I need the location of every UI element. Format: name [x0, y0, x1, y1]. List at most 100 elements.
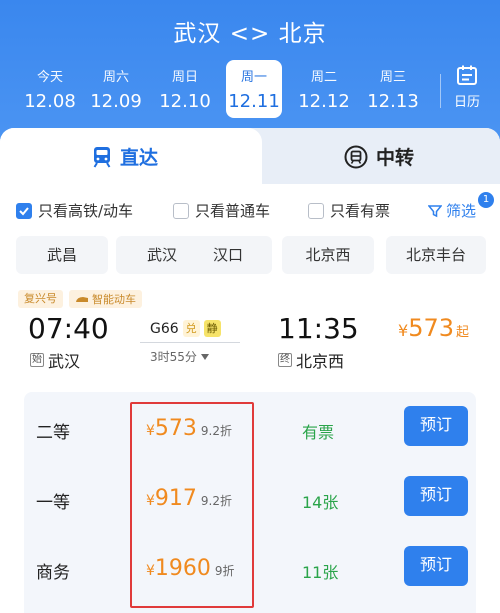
- seat-price-value: 573: [154, 416, 197, 441]
- date-value: 12.09: [90, 91, 142, 112]
- train-tags: 复兴号 智能动车: [18, 290, 142, 308]
- seat-class-name: 二等: [36, 423, 70, 443]
- price-from-suffix: 起: [456, 325, 470, 340]
- seat-discount: 9.2折: [200, 424, 233, 438]
- exchange-badge: 兑: [182, 320, 200, 337]
- filter-normal-train-only[interactable]: 只看普通车: [173, 200, 270, 221]
- seat-row-business-class: 商务 ¥ 1960 9折 11张 预订: [24, 534, 476, 602]
- date-weekday: 周六: [102, 70, 129, 85]
- date-value: 12.13: [367, 91, 419, 112]
- calendar-button[interactable]: 日历: [444, 62, 490, 112]
- route-title[interactable]: 武汉 <> 北京: [0, 14, 500, 48]
- date-value: 12.12: [298, 91, 350, 112]
- tab-direct[interactable]: 直达: [0, 128, 262, 184]
- train-number[interactable]: G66 兑 静: [150, 320, 221, 337]
- calendar-label: 日历: [453, 95, 480, 110]
- seat-price: ¥ 1960 9折: [146, 556, 235, 581]
- seat-availability: 14张: [302, 493, 339, 512]
- currency-symbol: ¥: [146, 493, 155, 509]
- train-icon: [93, 146, 111, 168]
- station-chips: 武昌 武汉 汉口 北京西 北京丰台: [0, 236, 500, 274]
- tab-bar: 中转 直达: [0, 128, 500, 184]
- date-item-sun[interactable]: 周日 12.10: [157, 60, 213, 118]
- seat-row-first-class: 一等 ¥ 917 9.2折 14张 预订: [24, 464, 476, 532]
- date-item-mon-selected[interactable]: 周一 12.11: [226, 60, 282, 118]
- departure-time: 07:40: [28, 312, 109, 345]
- date-item-tue[interactable]: 周二 12.12: [296, 60, 352, 118]
- filter-high-speed-only[interactable]: 只看高铁/动车: [16, 200, 133, 221]
- duration-text: 3时55分: [150, 350, 197, 364]
- checkbox-unchecked-icon[interactable]: [173, 202, 189, 219]
- currency-symbol: ¥: [146, 423, 155, 439]
- seat-price-value: 917: [154, 486, 197, 511]
- date-weekday: 周一: [240, 70, 267, 85]
- lowest-price: ¥ 573 起: [398, 314, 469, 342]
- seat-price: ¥ 917 9.2折: [146, 486, 232, 511]
- date-value: 12.08: [24, 91, 76, 112]
- filter-button[interactable]: 筛选: [428, 200, 476, 221]
- date-bar: 今天 12.08 周六 12.09 周日 12.10 周一 12.11 周二 1…: [0, 60, 500, 120]
- caret-down-icon: [200, 353, 209, 360]
- arrival-station: 终 北京西: [278, 348, 344, 372]
- arrival-station-name: 北京西: [296, 352, 345, 371]
- calendar-icon: [457, 65, 477, 85]
- smart-train-icon: [76, 296, 88, 302]
- seat-discount: 9.2折: [200, 494, 233, 508]
- filter-label: 只看高铁/动车: [38, 202, 134, 220]
- date-value: 12.10: [159, 91, 211, 112]
- checkbox-checked-icon[interactable]: [16, 202, 32, 219]
- duration[interactable]: 3时55分: [150, 348, 210, 365]
- tag-fuxing: 复兴号: [18, 290, 63, 308]
- origin-mark: 始: [30, 353, 44, 367]
- route-line: [140, 342, 240, 343]
- currency-symbol: ¥: [146, 563, 155, 579]
- book-button-business-class[interactable]: 预订: [404, 546, 468, 586]
- date-weekday: 今天: [36, 70, 63, 85]
- quiet-badge: 静: [203, 320, 221, 337]
- tab-transfer[interactable]: 中转: [248, 128, 500, 184]
- filter-count-badge: 1: [478, 192, 494, 208]
- checkbox-unchecked-icon[interactable]: [308, 202, 324, 219]
- book-button-first-class[interactable]: 预订: [404, 476, 468, 516]
- filter-available-only[interactable]: 只看有票: [308, 200, 390, 221]
- seat-row-second-class: 二等 ¥ 573 9.2折 有票 预订: [24, 394, 476, 462]
- seat-discount: 9折: [214, 564, 235, 578]
- arrival-time: 11:35: [278, 312, 359, 345]
- date-value: 12.11: [228, 91, 280, 112]
- tab-direct-label: 直达: [120, 147, 159, 169]
- date-weekday: 周日: [171, 70, 198, 85]
- seat-availability: 11张: [302, 563, 339, 582]
- tag-smart-emu: 智能动车: [69, 290, 142, 308]
- date-weekday: 周三: [379, 70, 406, 85]
- train-number-text: G66: [150, 320, 179, 337]
- filter-label: 只看普通车: [195, 202, 271, 220]
- station-chip[interactable]: 北京丰台: [386, 236, 486, 274]
- station-chip[interactable]: 北京西: [282, 236, 374, 274]
- station-chip[interactable]: 武昌: [16, 236, 108, 274]
- book-button-second-class[interactable]: 预订: [404, 406, 468, 446]
- seat-availability: 有票: [302, 423, 335, 442]
- main-card: 中转 直达 只看高铁/动车 只看普通车 只看有票 筛选 1 武昌 武汉 汉口 北…: [0, 128, 500, 613]
- seat-table: 二等 ¥ 573 9.2折 有票 预订 一等 ¥ 917 9.2折 14张 预订…: [24, 392, 476, 613]
- seat-price-value: 1960: [154, 556, 211, 581]
- date-item-today[interactable]: 今天 12.08: [22, 60, 78, 118]
- date-item-wed[interactable]: 周三 12.13: [365, 60, 421, 118]
- calendar-divider: [440, 74, 441, 108]
- filter-label: 只看有票: [330, 202, 391, 220]
- seat-class-name: 一等: [36, 493, 70, 513]
- currency-symbol: ¥: [398, 321, 409, 340]
- seat-class-name: 商务: [36, 563, 70, 583]
- terminal-mark: 终: [278, 353, 292, 367]
- seat-price: ¥ 573 9.2折: [146, 416, 232, 441]
- tag-label: 智能动车: [92, 292, 136, 306]
- filter-row: 只看高铁/动车 只看普通车 只看有票 筛选 1: [0, 192, 500, 224]
- station-chip[interactable]: 汉口: [184, 236, 272, 274]
- date-item-sat[interactable]: 周六 12.09: [88, 60, 144, 118]
- lowest-price-value: 573: [408, 314, 454, 342]
- departure-station: 始 武汉: [30, 348, 80, 372]
- departure-station-name: 武汉: [48, 352, 81, 371]
- filter-button-label: 筛选: [446, 202, 477, 220]
- funnel-icon: [428, 204, 442, 217]
- date-weekday: 周二: [310, 70, 337, 85]
- transfer-icon: [344, 145, 368, 168]
